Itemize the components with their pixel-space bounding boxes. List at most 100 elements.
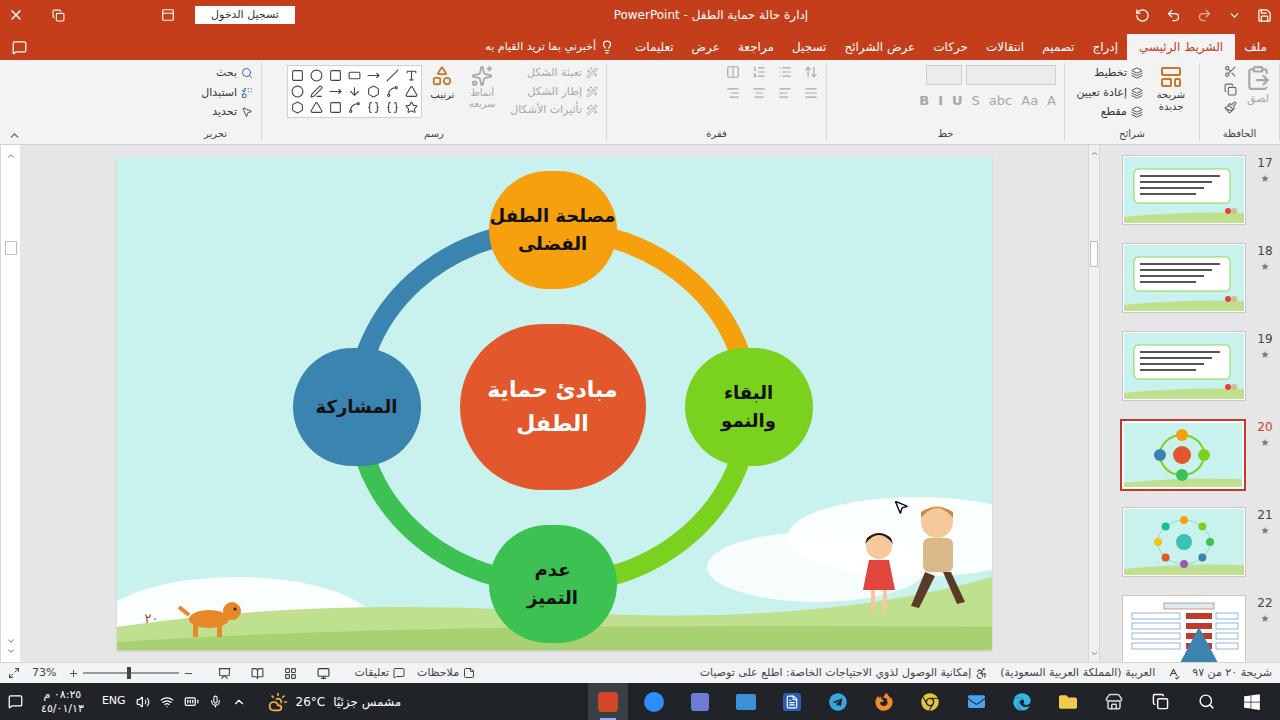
align-right-icon[interactable] <box>726 86 740 100</box>
editor-scrollbar[interactable] <box>0 145 20 662</box>
font-button[interactable]: A <box>1047 91 1056 111</box>
zoom-in-icon[interactable] <box>68 668 79 679</box>
line-spacing-icon[interactable] <box>804 65 818 79</box>
font-button[interactable]: B <box>919 91 929 111</box>
slides-command[interactable]: مقطع <box>1076 104 1143 121</box>
font-button[interactable]: S <box>972 91 980 111</box>
spellcheck-icon[interactable] <box>1167 667 1180 680</box>
repeat-icon[interactable] <box>1135 8 1150 23</box>
shape-format-command[interactable]: تأثيرات الأشكال <box>510 102 598 119</box>
slide-thumbnail[interactable]: 22★ <box>1104 595 1280 662</box>
comments-button[interactable]: تعليقات <box>354 665 405 682</box>
thumbnail-scrollbar[interactable] <box>1088 145 1100 662</box>
cycle-node[interactable]: عدمالتميز <box>489 525 617 643</box>
font-size-field[interactable] <box>926 65 962 85</box>
mail-app[interactable] <box>956 683 996 720</box>
zoom-app[interactable] <box>634 683 674 720</box>
cycle-node[interactable]: المشاركة <box>293 348 421 466</box>
powerpoint-app[interactable] <box>588 683 628 720</box>
justify-icon[interactable] <box>804 86 818 100</box>
font-button[interactable]: Aa <box>1021 91 1038 111</box>
save-icon[interactable] <box>1257 8 1272 23</box>
task-view-button[interactable] <box>1140 683 1180 720</box>
scroll-down-icon[interactable] <box>1090 649 1099 658</box>
presenter-app[interactable] <box>726 683 766 720</box>
edge-app[interactable] <box>1002 683 1042 720</box>
ribbon-tab[interactable]: تسجيل <box>783 34 836 60</box>
numbering-icon[interactable] <box>752 65 766 79</box>
notes-button[interactable]: ملاحظات <box>417 665 475 682</box>
slide-canvas[interactable]: مصلحة الطفلالفضلى البقاءوالنمو عدمالتميز ال… <box>117 157 992 650</box>
clock[interactable]: ٠٨:٢٥ م٤٥/٠١/١٣ <box>33 688 92 716</box>
input-language[interactable]: ENG <box>102 693 126 710</box>
scroll-thumb[interactable] <box>5 241 17 255</box>
align-left-icon[interactable] <box>778 86 792 100</box>
cycle-node[interactable]: مصلحة الطفلالفضلى <box>489 171 617 289</box>
ribbon-tab[interactable]: عرض الشرائح <box>835 34 924 60</box>
tray-overflow-icon[interactable] <box>232 695 246 709</box>
normal-view-icon[interactable] <box>317 667 330 680</box>
align-center-icon[interactable] <box>752 86 766 100</box>
sign-in-button[interactable]: تسجيل الدخول <box>195 6 295 24</box>
file-explorer-app[interactable] <box>1048 683 1088 720</box>
battery-icon[interactable] <box>184 694 199 709</box>
ribbon-tab[interactable]: ملف <box>1235 34 1276 60</box>
comments-icon[interactable] <box>12 40 27 55</box>
accessibility-status[interactable]: إمكانية الوصول لذوي الاحتياجات الخاصة: ا… <box>700 665 989 682</box>
editing-command[interactable]: استبدال <box>201 85 253 102</box>
collapse-ribbon-icon[interactable] <box>8 129 21 142</box>
cut-icon[interactable] <box>1224 65 1237 78</box>
customize-icon[interactable] <box>1228 9 1241 22</box>
editing-command[interactable]: تحديد <box>201 104 253 121</box>
slide-thumbnail[interactable]: 21★ <box>1104 507 1280 595</box>
editing-command[interactable]: بحث <box>201 65 253 82</box>
ribbon-tab[interactable]: إدراج <box>1083 34 1127 60</box>
chrome-app[interactable] <box>910 683 950 720</box>
new-slide-button[interactable]: شريحة جديدة <box>1151 65 1191 113</box>
font-button[interactable]: U <box>952 91 963 111</box>
copy-icon[interactable] <box>1224 83 1237 96</box>
scroll-up-icon[interactable] <box>1090 149 1099 158</box>
paste-button[interactable]: لصق <box>1245 65 1271 108</box>
shape-format-command[interactable]: إطار الشكل <box>510 84 598 101</box>
telegram-app[interactable] <box>818 683 858 720</box>
shape-format-command[interactable]: تعبئة الشكل <box>510 65 598 82</box>
redo-icon[interactable] <box>1197 8 1212 23</box>
center-node[interactable]: مبادئ حمايةالطفل <box>460 324 646 490</box>
ribbon-tab[interactable]: حركات <box>924 34 977 60</box>
bullets-icon[interactable] <box>778 65 792 79</box>
weather-widget[interactable]: مشمس جزئيًا26°C <box>268 692 402 712</box>
ribbon-tab[interactable]: مراجعة <box>729 34 783 60</box>
word-app[interactable] <box>772 683 812 720</box>
slide-sorter-icon[interactable] <box>284 667 297 680</box>
font-button[interactable]: abc <box>989 91 1012 111</box>
zoom-level[interactable]: 73% <box>32 665 56 682</box>
slide-thumbnail[interactable]: 18★ <box>1104 243 1280 331</box>
columns-icon[interactable] <box>726 65 740 79</box>
search-button[interactable] <box>1186 683 1226 720</box>
ribbon-tab[interactable]: الشريط الرئيسي <box>1127 34 1235 60</box>
start-button[interactable] <box>1232 683 1272 720</box>
scroll-thumb[interactable] <box>1090 241 1098 267</box>
scroll-down-icon[interactable] <box>6 636 16 646</box>
restore-icon[interactable] <box>52 9 65 22</box>
volume-icon[interactable] <box>136 695 150 709</box>
slide-thumbnail[interactable]: 20★ <box>1104 419 1280 507</box>
language-status[interactable]: العربية (المملكة العربية السعودية) <box>1000 665 1155 682</box>
close-icon[interactable] <box>8 7 24 23</box>
cycle-node[interactable]: البقاءوالنمو <box>685 348 813 466</box>
font-button[interactable]: I <box>938 91 943 111</box>
zoom-out-icon[interactable] <box>183 668 194 679</box>
undo-icon[interactable] <box>1166 8 1181 23</box>
slideshow-icon[interactable] <box>218 667 231 680</box>
ribbon-tab[interactable]: انتقالات <box>977 34 1033 60</box>
slides-command[interactable]: إعادة تعيين <box>1076 85 1143 102</box>
wifi-icon[interactable] <box>160 695 174 709</box>
scroll-up-icon[interactable] <box>6 151 16 161</box>
firefox-app[interactable] <box>864 683 904 720</box>
arrange-button[interactable]: ترتيب <box>430 65 454 102</box>
font-name-field[interactable] <box>966 65 1056 85</box>
quick-styles-button[interactable]: أنماط سريعة <box>462 65 502 109</box>
tell-me-box[interactable]: أخبرني بما تريد القيام به <box>473 34 626 60</box>
format-painter-icon[interactable] <box>1224 101 1237 114</box>
